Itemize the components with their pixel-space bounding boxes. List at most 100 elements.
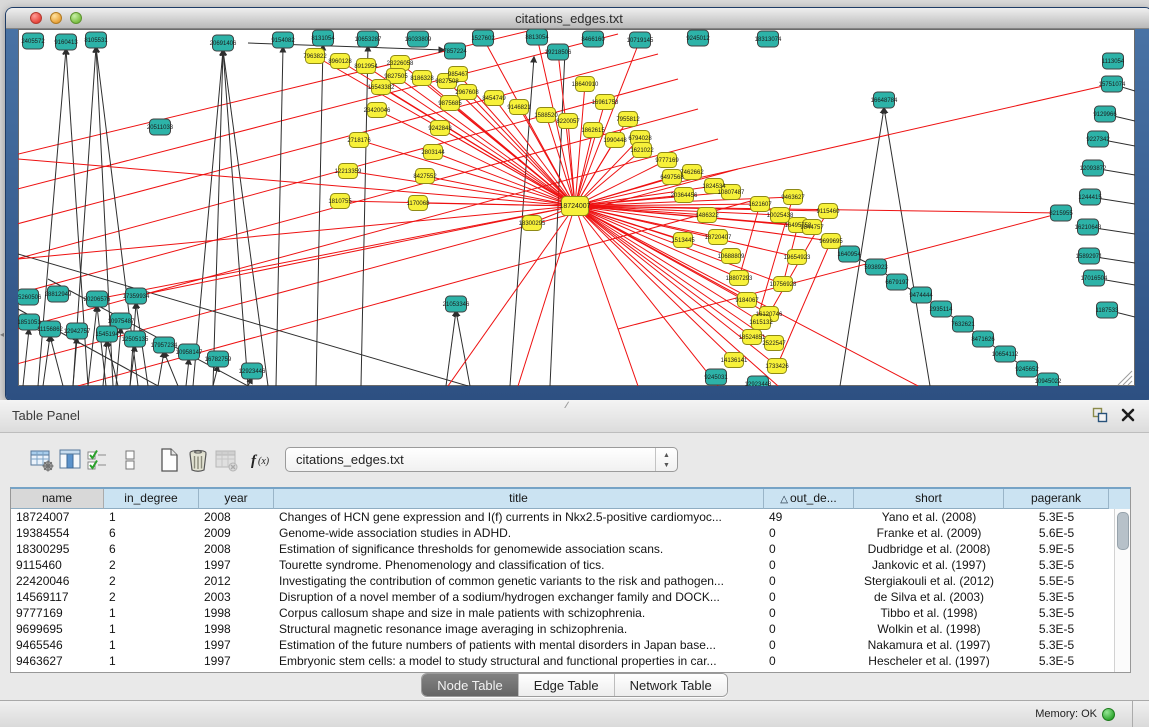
cell-title: Estimation of the future numbers of pati… bbox=[274, 637, 764, 653]
table-row[interactable]: 977716911998Corpus callosum shape and si… bbox=[11, 605, 1115, 621]
cell-title: Changes of HCN gene expression and I(f) … bbox=[274, 509, 764, 525]
graph-node-label: 9242848 bbox=[428, 126, 452, 132]
cell-short: Yano et al. (2008) bbox=[854, 509, 1004, 525]
cell-in_degree: 1 bbox=[104, 605, 199, 621]
cell-pagerank: 5.3E-5 bbox=[1004, 509, 1109, 525]
cell-short: Hescheler et al. (1997) bbox=[854, 653, 1004, 669]
table-row[interactable]: 911546021997Tourette syndrome. Phenomeno… bbox=[11, 557, 1115, 573]
column-header-short[interactable]: short bbox=[854, 489, 1004, 509]
graph-node-label: 1113054 bbox=[1102, 59, 1125, 65]
tab-network-table[interactable]: Network Table bbox=[614, 674, 727, 696]
graph-edge bbox=[433, 152, 575, 206]
new-file-icon[interactable] bbox=[156, 446, 184, 474]
splitter-grip-icon[interactable]: ∕∕ bbox=[566, 400, 567, 410]
table-row[interactable]: 1830029562008Estimation of significance … bbox=[11, 541, 1115, 557]
cell-year: 1998 bbox=[199, 605, 274, 621]
graph-node-label: 1615132 bbox=[749, 320, 773, 326]
graph-node-label: 8466160 bbox=[581, 37, 605, 43]
graph-node-label: 1862615 bbox=[581, 128, 605, 134]
graph-node-label: 18724007 bbox=[559, 203, 590, 210]
column-header-year[interactable]: year bbox=[199, 489, 274, 509]
table-row[interactable]: 2242004622012Investigating the contribut… bbox=[11, 573, 1115, 589]
table-toolbar: f (x) citations_edges.txt ▲▼ bbox=[0, 432, 1149, 487]
graph-edge bbox=[223, 50, 248, 386]
scrollbar-thumb[interactable] bbox=[1117, 512, 1129, 550]
graph-edge bbox=[348, 171, 575, 206]
citation-network-graph[interactable]: 2405572916041381055312069140691540828131… bbox=[18, 29, 1135, 386]
graph-node-label: 18300295 bbox=[519, 221, 546, 227]
cell-name: 9463627 bbox=[11, 653, 104, 669]
graph-node-label: 10025438 bbox=[767, 213, 794, 219]
row-checklist-icon[interactable] bbox=[84, 446, 112, 474]
select-columns-icon[interactable] bbox=[56, 446, 84, 474]
graph-node-label: 6794028 bbox=[628, 136, 652, 142]
graph-node-label: 8186328 bbox=[410, 76, 434, 82]
graph-node-label: 7462662 bbox=[680, 170, 704, 176]
cell-year: 1997 bbox=[199, 557, 274, 573]
cell-name: 9465546 bbox=[11, 637, 104, 653]
cell-in_degree: 1 bbox=[104, 637, 199, 653]
cell-name: 22420046 bbox=[11, 573, 104, 589]
graph-node-label: 10688809 bbox=[718, 254, 745, 260]
table-row[interactable]: 969969511998Structural magnetic resonanc… bbox=[11, 621, 1115, 637]
cell-year: 2008 bbox=[199, 541, 274, 557]
graph-edge bbox=[575, 84, 1112, 206]
column-header-name[interactable]: name bbox=[11, 489, 104, 509]
graph-node-label: 11156862 bbox=[37, 327, 63, 333]
table-row[interactable]: 946362711997Embryonic stem cells: a mode… bbox=[11, 653, 1115, 669]
graph-node-label: 9245652 bbox=[1015, 367, 1039, 373]
delete-trash-icon[interactable] bbox=[184, 446, 212, 474]
graph-node-label: 9463627 bbox=[781, 195, 805, 201]
column-header-out_de[interactable]: △out_de... bbox=[764, 489, 854, 509]
table-row[interactable]: 1938455462009Genome-wide association stu… bbox=[11, 525, 1115, 541]
cell-out_de: 0 bbox=[764, 557, 854, 573]
column-header-in_degree[interactable]: in_degree bbox=[104, 489, 199, 509]
rows-icon[interactable] bbox=[120, 446, 148, 474]
cell-pagerank: 5.3E-5 bbox=[1004, 589, 1109, 605]
graph-node-label: 10654112 bbox=[992, 352, 1019, 358]
panel-collapse-arrow-icon[interactable]: ◂ bbox=[0, 330, 4, 339]
memory-status-icon[interactable] bbox=[1102, 708, 1115, 721]
graph-node-label: 15751074 bbox=[1099, 82, 1126, 88]
cell-in_degree: 2 bbox=[104, 557, 199, 573]
cell-short: Wolkin et al. (1998) bbox=[854, 621, 1004, 637]
tab-edge-table[interactable]: Edge Table bbox=[518, 674, 614, 696]
graph-node-label: 8427552 bbox=[413, 174, 437, 180]
graph-node-label: 10653287 bbox=[355, 37, 382, 43]
graph-node-label: 9844757 bbox=[800, 225, 824, 231]
graph-node-label: 9699695 bbox=[819, 239, 843, 245]
graph-edge bbox=[575, 206, 638, 386]
graph-node-label: 18807293 bbox=[726, 276, 753, 282]
graph-edge bbox=[316, 45, 323, 386]
column-header-pagerank[interactable]: pagerank bbox=[1004, 489, 1109, 509]
cell-year: 1998 bbox=[199, 621, 274, 637]
graph-node-label: 10975487 bbox=[108, 319, 135, 325]
cell-short: de Silva et al. (2003) bbox=[854, 589, 1004, 605]
float-panel-icon[interactable] bbox=[1089, 406, 1111, 426]
graph-node-label: 8813054 bbox=[525, 35, 549, 41]
graph-node-label: 10719145 bbox=[627, 38, 654, 44]
column-header-title[interactable]: title bbox=[274, 489, 764, 509]
table-row[interactable]: 1456911722003Disruption of a novel membe… bbox=[11, 589, 1115, 605]
graph-node-label: 19654923 bbox=[784, 255, 811, 261]
graph-node-label: 1244415 bbox=[1078, 195, 1102, 201]
table-row[interactable]: 1872400712008Changes of HCN gene express… bbox=[11, 509, 1115, 525]
function-builder-icon[interactable]: f (x) bbox=[248, 446, 282, 474]
table-scrollbar[interactable] bbox=[1114, 509, 1130, 672]
cell-short: Tibbo et al. (1998) bbox=[854, 605, 1004, 621]
cell-pagerank: 5.3E-5 bbox=[1004, 637, 1109, 653]
tab-node-table[interactable]: Node Table bbox=[422, 674, 518, 696]
table-row[interactable]: 946554611997Estimation of the future num… bbox=[11, 637, 1115, 653]
column-settings-icon[interactable] bbox=[28, 446, 56, 474]
cell-in_degree: 6 bbox=[104, 541, 199, 557]
graph-edge bbox=[359, 140, 575, 206]
graph-node-label: 23226058 bbox=[387, 61, 414, 67]
network-canvas[interactable]: 2405572916041381055312069140691540828131… bbox=[18, 29, 1135, 386]
graph-node-label: 16648784 bbox=[871, 98, 898, 104]
window-titlebar[interactable]: citations_edges.txt bbox=[6, 8, 1149, 29]
window-title: citations_edges.txt bbox=[6, 11, 1132, 26]
graph-node-label: 17016504 bbox=[1081, 276, 1108, 282]
cell-year: 2012 bbox=[199, 573, 274, 589]
close-panel-icon[interactable] bbox=[1117, 406, 1139, 426]
table-source-dropdown[interactable]: citations_edges.txt ▲▼ bbox=[285, 447, 678, 472]
